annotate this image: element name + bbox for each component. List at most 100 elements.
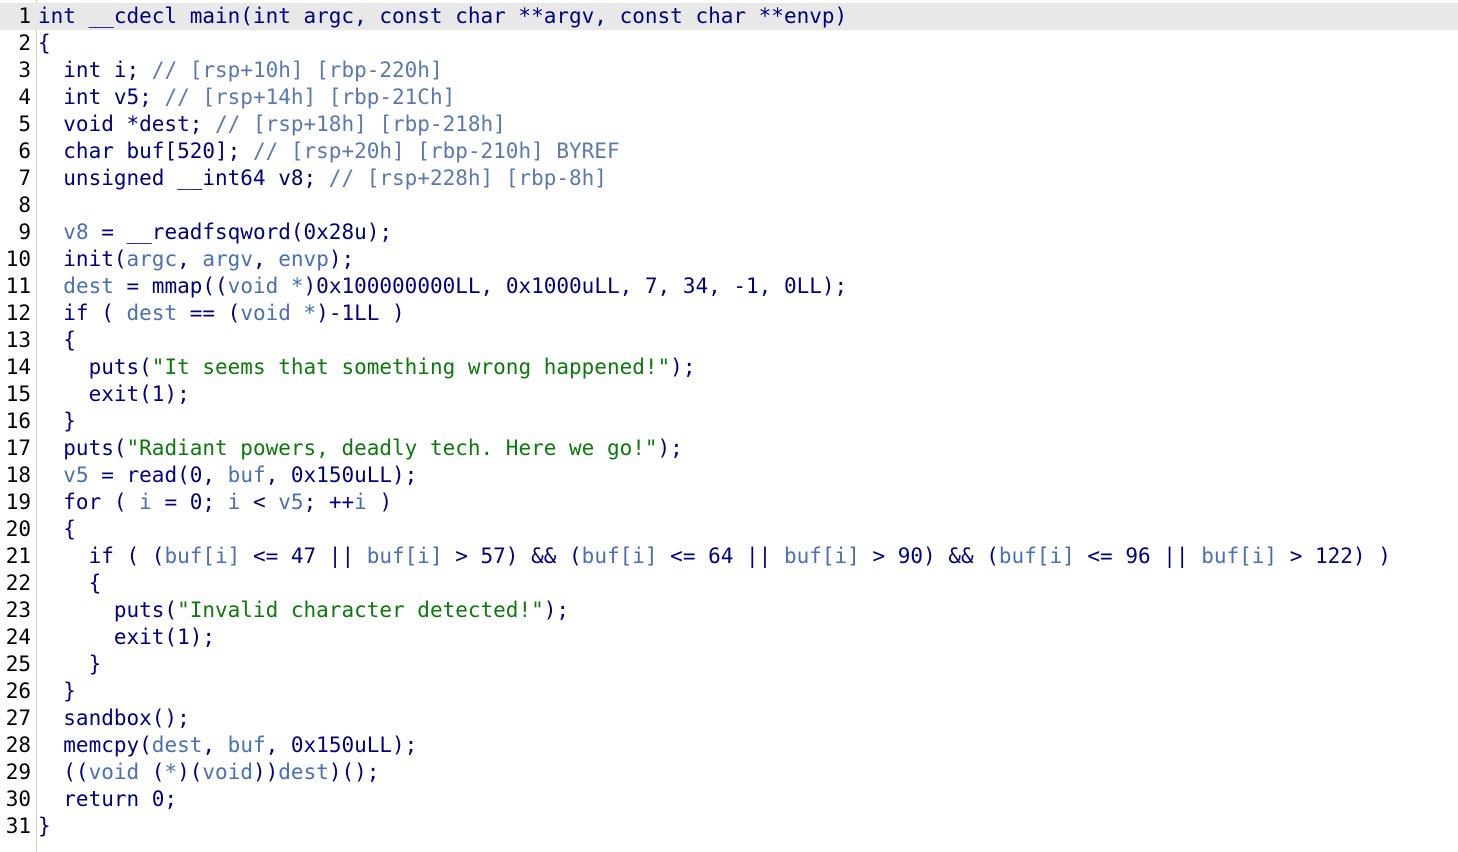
code-token: dest [151,733,203,757]
code-token: // [rsp+18h] [rbp-218h] [215,112,506,136]
code-line[interactable]: 16 } [0,408,1458,435]
code-text: puts("Radiant powers, deadly tech. Here … [38,435,683,462]
line-number: 13 [5,328,31,352]
line-number: 22 [5,571,31,595]
line-number: 4 [18,85,31,109]
line-number: 29 [5,760,31,784]
code-text: { [38,327,76,354]
code-line[interactable]: 12 if ( dest == (void *)-1LL ) [0,300,1458,327]
code-line[interactable]: 13 { [0,327,1458,354]
code-token: = read(0, [88,463,228,487]
code-line[interactable]: 7 unsigned __int64 v8; // [rsp+228h] [rb… [0,165,1458,192]
code-text: int i; // [rsp+10h] [rbp-220h] [38,57,443,84]
code-line[interactable]: 14 puts("It seems that something wrong h… [0,354,1458,381]
code-text: ((void (*)(void))dest)(); [38,759,379,786]
code-line[interactable]: 27 sandbox(); [0,705,1458,732]
code-text: int v5; // [rsp+14h] [rbp-21Ch] [38,84,455,111]
code-text: puts("It seems that something wrong happ… [38,354,696,381]
code-line[interactable]: 21 if ( (buf[i] <= 47 || buf[i] > 57) &&… [0,543,1458,570]
line-number: 9 [18,220,31,244]
code-token: { [38,517,76,541]
code-text: { [38,30,51,57]
code-line[interactable]: 10 init(argc, argv, envp); [0,246,1458,273]
code-line[interactable]: 1 int __cdecl main(int argc, const char *… [0,3,1458,30]
code-token: buf[i] [783,544,860,568]
code-token: , 0x150uLL); [265,463,418,487]
code-token: )( [177,760,203,784]
code-token: dest [278,760,329,784]
code-token: , [177,247,203,271]
code-text: sandbox(); [38,705,190,732]
code-text: } [38,408,76,435]
line-number: 12 [5,301,31,325]
code-line[interactable]: 26 } [0,678,1458,705]
code-line[interactable]: 5 void *dest; // [rsp+18h] [rbp-218h] [0,111,1458,138]
code-token: v5 [278,490,304,514]
code-line[interactable]: 8 [0,192,1458,219]
code-token: "Radiant powers, deadly tech. Here we go… [126,436,658,460]
line-number: 31 [5,814,31,838]
line-number: 2 [18,31,31,55]
code-line[interactable]: 9 v8 = __readfsqword(0x28u); [0,219,1458,246]
code-line[interactable]: 2{ [0,30,1458,57]
code-token: "Invalid character detected!" [177,598,544,622]
code-token: exit(1); [38,625,216,649]
line-number: 10 [5,247,31,271]
code-token: ( [139,760,165,784]
code-token: (( [38,760,89,784]
code-token: = __readfsqword(0x28u); [88,220,393,244]
code-token: int v5; [38,85,165,109]
code-line[interactable]: 18 v5 = read(0, buf, 0x150uLL); [0,462,1458,489]
code-line[interactable]: 19 for ( i = 0; i < v5; ++i ) [0,489,1458,516]
code-line[interactable]: 22 { [0,570,1458,597]
code-token: buf[i] [164,544,241,568]
code-text: v8 = __readfsqword(0x28u); [38,219,392,246]
code-line[interactable]: 29 ((void (*)(void))dest)(); [0,759,1458,786]
code-token: ; ++ [303,490,355,514]
code-token: dest [126,301,178,325]
code-token: } [38,652,102,676]
code-line[interactable]: 24 exit(1); [0,624,1458,651]
code-line[interactable]: 28 memcpy(dest, buf, 0x150uLL); [0,732,1458,759]
code-token: == ( [177,301,241,325]
code-line[interactable]: 23 puts("Invalid character detected!"); [0,597,1458,624]
code-line[interactable]: 4 int v5; // [rsp+14h] [rbp-21Ch] [0,84,1458,111]
code-token: void * [240,301,317,325]
code-line[interactable]: 30 return 0; [0,786,1458,813]
code-token: sandbox(); [38,706,190,730]
code-token: // [rsp+10h] [rbp-220h] [151,58,443,82]
code-token: v5 [63,463,89,487]
code-token: exit(1); [38,382,190,406]
code-token: buf[i] [366,544,443,568]
code-token: buf [227,463,266,487]
line-number: 3 [18,58,31,82]
code-line[interactable]: 25 } [0,651,1458,678]
line-number: 28 [5,733,31,757]
code-text: exit(1); [38,381,190,408]
code-token: } [38,409,76,433]
code-line[interactable]: 17 puts("Radiant powers, deadly tech. He… [0,435,1458,462]
line-number: 23 [5,598,31,622]
code-token: , [202,733,228,757]
pseudocode-view[interactable]: 1 int __cdecl main(int argc, const char *… [0,0,1458,852]
code-line[interactable]: 31} [0,813,1458,840]
code-text: char buf[520]; // [rsp+20h] [rbp-210h] B… [38,138,619,165]
code-token: void *dest; [38,112,216,136]
code-line[interactable]: 11 dest = mmap((void *)0x100000000LL, 0x… [0,273,1458,300]
line-number: 25 [5,652,31,676]
code-text: { [38,570,102,597]
code-line[interactable]: 20 { [0,516,1458,543]
code-line[interactable]: 15 exit(1); [0,381,1458,408]
line-number: 7 [18,166,31,190]
code-token: puts( [38,355,152,379]
line-number: 20 [5,517,31,541]
code-token: "It seems that something wrong happened!… [151,355,671,379]
code-token: )(); [328,760,380,784]
code-line[interactable]: 6 char buf[520]; // [rsp+20h] [rbp-210h]… [0,138,1458,165]
code-token: ); [670,355,696,379]
code-text: init(argc, argv, envp); [38,246,354,273]
code-line[interactable]: 3 int i; // [rsp+10h] [rbp-220h] [0,57,1458,84]
code-token: <= 96 || [1074,544,1202,568]
